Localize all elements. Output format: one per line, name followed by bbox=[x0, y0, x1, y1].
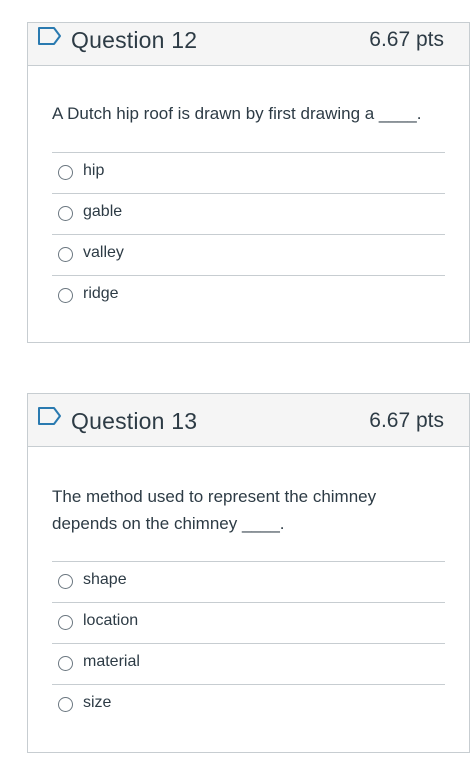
radio-unselected-icon[interactable] bbox=[58, 697, 73, 712]
answer-option[interactable]: shape bbox=[52, 562, 445, 603]
question-title: Question 12 bbox=[71, 27, 198, 53]
answer-label: gable bbox=[83, 203, 123, 220]
answer-list: shape location material size bbox=[52, 561, 445, 726]
answer-label: size bbox=[83, 694, 112, 711]
answer-label: shape bbox=[83, 571, 127, 588]
question-text: The method used to represent the chimney… bbox=[52, 487, 377, 533]
question-points: 6.67 pts bbox=[369, 28, 444, 51]
answer-option[interactable]: ridge bbox=[52, 276, 445, 317]
answer-option[interactable]: size bbox=[52, 685, 445, 726]
radio-unselected-icon[interactable] bbox=[58, 247, 73, 262]
answer-option[interactable]: gable bbox=[52, 194, 445, 235]
question-points: 6.67 pts bbox=[369, 409, 444, 432]
answer-label: location bbox=[83, 612, 139, 629]
answer-label: valley bbox=[83, 244, 124, 261]
question-text: A Dutch hip roof is drawn by first drawi… bbox=[52, 104, 422, 123]
question-card-12: Question 12 6.67 pts A Dutch hip roof is… bbox=[27, 22, 470, 343]
radio-unselected-icon[interactable] bbox=[58, 656, 73, 671]
answer-label: ridge bbox=[83, 285, 119, 302]
answer-option[interactable]: material bbox=[52, 644, 445, 685]
radio-unselected-icon[interactable] bbox=[58, 288, 73, 303]
answer-option[interactable]: hip bbox=[52, 153, 445, 194]
answer-option[interactable]: valley bbox=[52, 235, 445, 276]
radio-unselected-icon[interactable] bbox=[58, 165, 73, 180]
question-title: Question 13 bbox=[71, 408, 198, 434]
question-header: Question 13 6.67 pts bbox=[28, 394, 469, 447]
radio-unselected-icon[interactable] bbox=[58, 574, 73, 589]
answer-option[interactable]: location bbox=[52, 603, 445, 644]
question-card-13: Question 13 6.67 pts The method used to … bbox=[27, 393, 470, 753]
question-header: Question 12 6.67 pts bbox=[28, 23, 469, 66]
answer-list: hip gable valley ridge bbox=[52, 152, 445, 317]
answer-label: hip bbox=[83, 162, 105, 179]
radio-unselected-icon[interactable] bbox=[58, 615, 73, 630]
answer-label: material bbox=[83, 653, 140, 670]
radio-unselected-icon[interactable] bbox=[58, 206, 73, 221]
